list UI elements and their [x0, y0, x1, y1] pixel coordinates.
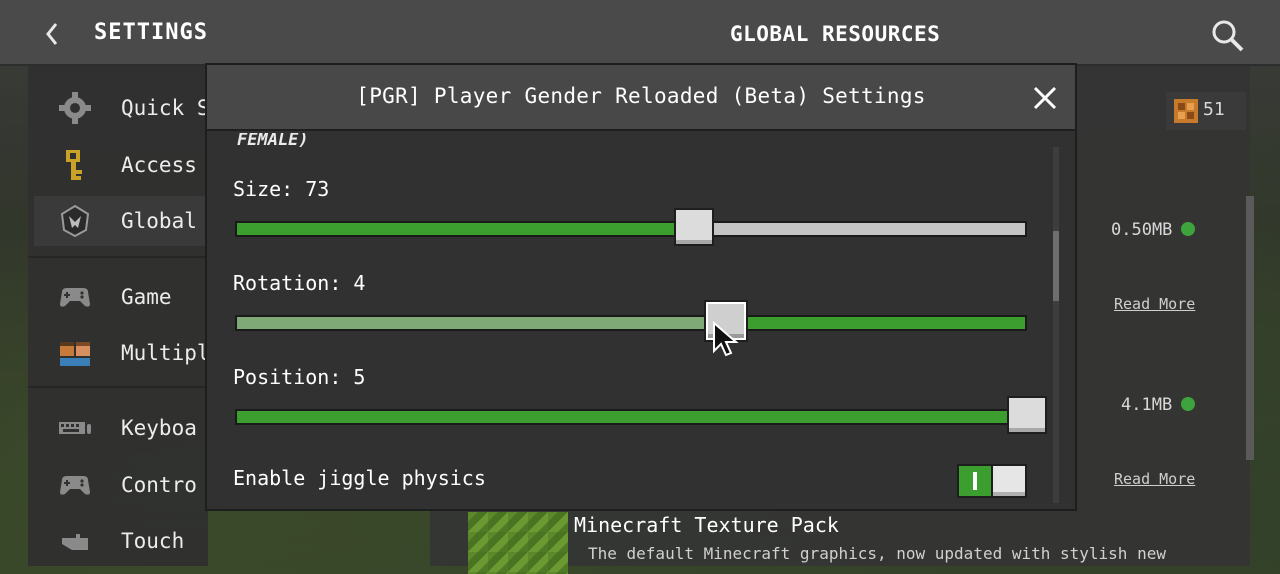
sidebar-item-label: Access	[121, 153, 197, 177]
modal-header: [PGR] Player Gender Reloaded (Beta) Sett…	[207, 65, 1075, 131]
sidebar-item-controller[interactable]: Contro	[28, 460, 208, 510]
section-heading: FEMALE)	[237, 133, 309, 150]
read-more-link[interactable]: Read More	[1114, 470, 1195, 488]
pack-size: 4.1MB	[1121, 395, 1173, 415]
settings-sidebar: Quick S Access Global Game Multipla Keyb…	[28, 66, 222, 566]
pack-title: Minecraft Texture Pack	[574, 513, 839, 537]
rotation-label: Rotation: 4	[233, 271, 366, 295]
position-slider[interactable]	[235, 409, 1027, 425]
modal-title: [PGR] Player Gender Reloaded (Beta) Sett…	[356, 84, 926, 108]
sidebar-item-game[interactable]: Game	[28, 272, 208, 322]
sidebar-item-label: Quick S	[121, 96, 210, 120]
slider-fill	[237, 411, 1025, 423]
status-dot	[1181, 397, 1195, 411]
key-icon	[66, 150, 82, 180]
panel-scrollbar[interactable]	[1246, 196, 1254, 460]
sidebar-item-keyboard[interactable]: Keyboa	[28, 403, 208, 453]
mouse-cursor-icon	[713, 321, 739, 357]
back-icon[interactable]	[40, 20, 64, 48]
sidebar-item-touch[interactable]: Touch	[28, 516, 208, 566]
size-slider[interactable]	[235, 221, 1027, 237]
read-more-link[interactable]: Read More	[1114, 295, 1195, 313]
slider-fill	[237, 223, 695, 235]
status-dot	[1181, 222, 1195, 236]
sidebar-item-label: Global	[121, 209, 197, 233]
keyboard-icon	[59, 422, 91, 434]
section-title: GLOBAL RESOURCES	[730, 22, 941, 46]
position-label: Position: 5	[233, 365, 366, 389]
sidebar-item-label: Touch	[121, 529, 185, 553]
modal-scrollbar-track[interactable]	[1053, 147, 1059, 503]
toggle-on-mark	[973, 472, 977, 490]
search-icon[interactable]	[1210, 18, 1246, 54]
position-slider-handle[interactable]	[1007, 396, 1047, 434]
touch-hand-icon	[62, 534, 88, 550]
jiggle-physics-label: Enable jiggle physics	[233, 466, 486, 490]
sidebar-item-accessibility[interactable]: Access	[28, 140, 208, 190]
sidebar-item-label: Contro	[121, 473, 197, 497]
top-bar: SETTINGS GLOBAL RESOURCES	[0, 0, 1280, 66]
rotation-slider[interactable]	[235, 315, 1027, 331]
sidebar-divider	[28, 386, 208, 388]
size-label: Size: 73	[233, 177, 330, 201]
pack-size: 0.50MB	[1111, 220, 1173, 240]
jiggle-physics-toggle[interactable]	[957, 464, 1027, 498]
sidebar-item-quick-settings[interactable]: Quick S	[28, 83, 210, 133]
sidebar-item-label: Keyboa	[121, 416, 197, 440]
resource-pack-icon	[1174, 99, 1198, 123]
toggle-knob	[991, 464, 1027, 498]
page-title: SETTINGS	[94, 20, 208, 45]
gear-icon	[59, 92, 91, 124]
modal-scrollbar-thumb[interactable]	[1053, 231, 1059, 301]
sidebar-item-multiplayer[interactable]: Multipla	[28, 328, 222, 378]
slider-fill	[237, 317, 726, 329]
sidebar-divider	[28, 256, 208, 258]
controller-icon	[60, 288, 90, 307]
close-icon[interactable]	[1032, 85, 1058, 111]
controller-icon	[60, 476, 90, 495]
size-slider-handle[interactable]	[674, 208, 715, 246]
players-icon	[60, 342, 90, 366]
resource-count: 51	[1203, 99, 1225, 120]
pack-description: The default Minecraft graphics, now upda…	[588, 544, 1166, 563]
sidebar-item-label: Game	[121, 285, 172, 309]
pack-thumbnail	[468, 512, 568, 574]
sidebar-item-global-resources[interactable]: Global	[34, 196, 210, 246]
settings-modal: [PGR] Player Gender Reloaded (Beta) Sett…	[205, 63, 1077, 511]
global-resources-icon	[60, 204, 90, 238]
